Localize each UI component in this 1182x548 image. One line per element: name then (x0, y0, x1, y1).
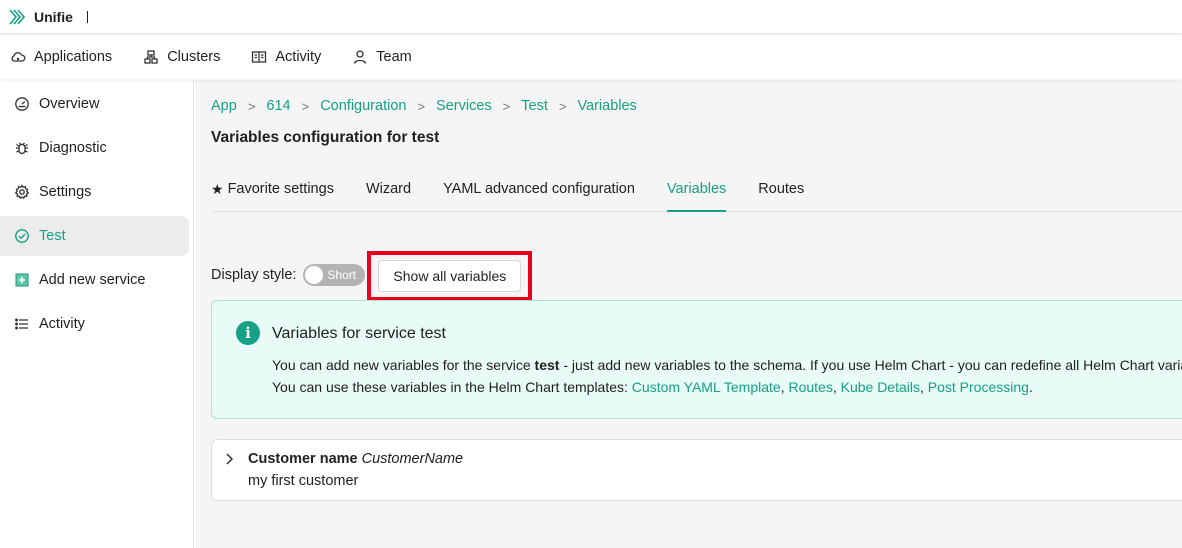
breadcrumb-app-id[interactable]: 614 (266, 98, 290, 114)
sidebar-item-add-new-service[interactable]: Add new service (0, 260, 189, 300)
chevron-right-icon: > (502, 98, 511, 114)
bug-icon (14, 140, 30, 156)
breadcrumb-services[interactable]: Services (436, 98, 492, 114)
toggle-text: Short (327, 268, 357, 282)
info-line-1-prefix: You can add new variables for the servic… (272, 357, 535, 373)
link-post-processing[interactable]: Post Processing (928, 379, 1029, 395)
highlight-box: Show all variables (367, 251, 533, 301)
cluster-icon (143, 49, 159, 65)
tab-variables[interactable]: Variables (666, 174, 727, 212)
sidebar-item-label: Settings (39, 184, 92, 200)
sidebar-item-label: Overview (39, 96, 100, 112)
sidebar-item-overview[interactable]: Overview (0, 84, 189, 124)
dashboard-icon (14, 96, 30, 112)
breadcrumb-configuration[interactable]: Configuration (320, 98, 406, 114)
chevron-right-icon: > (301, 98, 310, 114)
breadcrumb: App > 614 > Configuration > Services > T… (211, 98, 637, 114)
tab-bar: ★ Favorite settings Wizard YAML advanced… (211, 174, 1182, 212)
toggle-knob (305, 266, 324, 284)
tab-label: YAML advanced configuration (443, 181, 635, 197)
check-circle-icon (14, 228, 30, 244)
cloud-icon (10, 49, 26, 65)
link-kube-details[interactable]: Kube Details (841, 379, 920, 395)
variable-label: Customer name (248, 451, 358, 467)
tab-routes[interactable]: Routes (758, 174, 804, 212)
star-icon: ★ (211, 181, 224, 197)
user-icon (352, 49, 368, 65)
link-routes[interactable]: Routes (788, 379, 832, 395)
info-panel: i Variables for service test You can add… (211, 300, 1182, 419)
topnav-clusters[interactable]: Clusters (143, 49, 220, 65)
topnav-label: Activity (275, 49, 322, 65)
variable-name: Customer name CustomerName (248, 451, 463, 467)
info-icon: i (236, 321, 260, 345)
link-separator: , (920, 379, 928, 395)
topnav-label: Applications (34, 49, 113, 65)
info-line-2: You can use these variables in the Helm … (272, 379, 1033, 395)
show-all-variables-button[interactable]: Show all variables (378, 260, 522, 292)
chevron-right-icon: > (558, 98, 567, 114)
chevron-right-icon: > (247, 98, 256, 114)
sidebar-item-label: Diagnostic (39, 140, 107, 156)
sidebar-item-label: Activity (39, 316, 85, 332)
sidebar-item-label: Add new service (39, 272, 146, 288)
variable-card: Customer name CustomerName my first custo… (211, 439, 1182, 501)
top-navigation: Applications Clusters Activity Team (0, 35, 1182, 79)
plus-square-icon (14, 272, 30, 288)
chevron-right-icon[interactable] (224, 452, 236, 466)
info-title: Variables for service test (272, 325, 446, 342)
gear-icon (14, 184, 30, 200)
tab-yaml-advanced-configuration[interactable]: YAML advanced configuration (443, 174, 635, 212)
info-service-name: test (534, 357, 560, 373)
list-icon (14, 316, 30, 332)
book-icon (251, 49, 267, 65)
unifie-logo-icon[interactable] (8, 7, 28, 27)
sidebar-item-test[interactable]: Test (0, 216, 189, 256)
tab-label: Routes (758, 181, 805, 197)
display-style-label: Display style: (211, 267, 297, 283)
info-line-1-suffix: - just add new variables to the schema. … (559, 357, 1182, 373)
breadcrumb-test[interactable]: Test (521, 98, 548, 114)
brand-bar: Unifie (0, 0, 1182, 34)
topnav-team[interactable]: Team (352, 49, 412, 65)
link-custom-yaml-template[interactable]: Custom YAML Template (632, 379, 781, 395)
topnav-activity[interactable]: Activity (251, 49, 321, 65)
link-separator: , (832, 379, 841, 395)
chevron-right-icon: > (417, 98, 426, 114)
topnav-label: Clusters (167, 49, 221, 65)
variable-key: CustomerName (361, 451, 464, 467)
sidebar-item-activity[interactable]: Activity (0, 304, 189, 344)
brand-divider (86, 10, 88, 23)
topnav-label: Team (376, 49, 412, 65)
sidebar-item-settings[interactable]: Settings (0, 172, 189, 212)
brand-name[interactable]: Unifie (34, 9, 73, 25)
info-line-2-prefix: You can use these variables in the Helm … (272, 379, 632, 395)
variable-value: my first customer (248, 473, 359, 489)
breadcrumb-variables[interactable]: Variables (577, 98, 636, 114)
tab-favorite-settings[interactable]: ★ Favorite settings (211, 174, 334, 212)
main-content: App > 614 > Configuration > Services > T… (195, 80, 1182, 548)
sidebar-item-diagnostic[interactable]: Diagnostic (0, 128, 189, 168)
sidebar: Overview Diagnostic Settings Test Add ne… (0, 80, 194, 548)
info-line-2-end: . (1028, 379, 1033, 395)
display-style-row: Display style: Short Show all variables (211, 250, 533, 301)
tab-wizard[interactable]: Wizard (366, 174, 411, 212)
info-line-1: You can add new variables for the servic… (272, 357, 1182, 373)
tab-label: Favorite settings (227, 181, 334, 197)
tab-label: Wizard (365, 181, 412, 197)
page-title: Variables configuration for test (211, 129, 440, 146)
sidebar-item-label: Test (39, 228, 66, 244)
display-style-toggle[interactable]: Short (303, 264, 366, 286)
breadcrumb-app[interactable]: App (211, 98, 237, 114)
topnav-applications[interactable]: Applications (10, 49, 112, 65)
tab-label: Variables (666, 181, 727, 197)
